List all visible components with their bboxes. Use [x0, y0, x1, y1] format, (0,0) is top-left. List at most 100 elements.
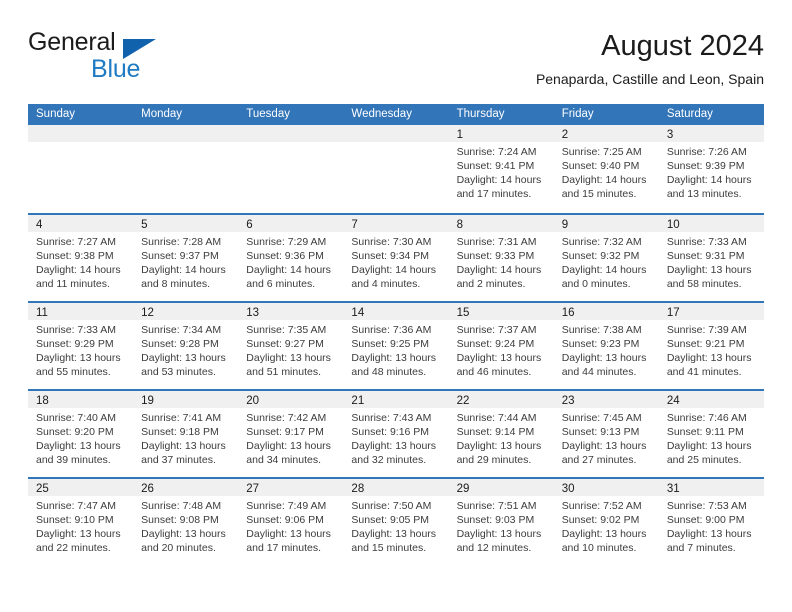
day-detail-block: Sunrise: 7:41 AM Sunset: 9:18 PM Daylight:…	[133, 408, 238, 467]
page-title: August 2024	[601, 30, 764, 62]
calendar-weeks: 1 Sunrise: 7:24 AM Sunset: 9:41 PM Daylight…	[28, 125, 764, 565]
day-detail-line: Sunset: 9:03 PM	[456, 514, 535, 526]
day-detail-line: Sunset: 9:27 PM	[246, 338, 324, 350]
day-detail-block: Sunrise: 7:33 AM Sunset: 9:31 PM Daylight:…	[659, 232, 764, 291]
day-detail-block: Sunrise: 7:31 AM Sunset: 9:33 PM Daylight:…	[449, 232, 554, 291]
day-detail-block: Sunrise: 7:30 AM Sunset: 9:34 PM Daylight:…	[343, 232, 448, 291]
day-detail-line: and 46 minutes.	[456, 366, 532, 378]
day-detail-line: and 29 minutes.	[456, 454, 532, 466]
calendar-day-cell[interactable]: 16 Sunrise: 7:38 AM Sunset: 9:23 PM Dayligh…	[553, 303, 659, 389]
calendar-day-cell[interactable]: 5 Sunrise: 7:28 AM Sunset: 9:37 PM Daylight…	[133, 215, 239, 301]
calendar-day-cell[interactable]: 31 Sunrise: 7:53 AM Sunset: 9:00 PM Dayligh…	[658, 479, 764, 565]
day-detail-line: Sunrise: 7:36 AM	[351, 324, 432, 336]
day-detail-line: and 27 minutes.	[561, 454, 637, 466]
day-detail-line: Sunrise: 7:52 AM	[561, 500, 642, 512]
day-detail-line: Daylight: 13 hours	[351, 440, 437, 452]
calendar-day-cell[interactable]: 7 Sunrise: 7:30 AM Sunset: 9:34 PM Daylight…	[343, 215, 449, 301]
day-detail-block	[133, 142, 238, 145]
day-detail-line: Sunset: 9:40 PM	[561, 160, 640, 172]
calendar-day-cell[interactable]: 4 Sunrise: 7:27 AM Sunset: 9:38 PM Daylight…	[28, 215, 134, 301]
calendar-day-cell[interactable]: 8 Sunrise: 7:31 AM Sunset: 9:33 PM Daylight…	[448, 215, 554, 301]
calendar-day-cell[interactable]: 20 Sunrise: 7:42 AM Sunset: 9:17 PM Dayligh…	[238, 391, 344, 477]
calendar-day-cell[interactable]: 3 Sunrise: 7:26 AM Sunset: 9:39 PM Daylight…	[658, 125, 764, 213]
day-number-band: 30	[553, 479, 659, 496]
day-detail-block: Sunrise: 7:36 AM Sunset: 9:25 PM Daylight:…	[343, 320, 448, 379]
day-detail-line: Sunrise: 7:34 AM	[141, 324, 222, 336]
calendar-day-cell[interactable]: 6 Sunrise: 7:29 AM Sunset: 9:36 PM Daylight…	[238, 215, 344, 301]
calendar-day-cell[interactable]: 10 Sunrise: 7:33 AM Sunset: 9:31 PM Dayligh…	[658, 215, 764, 301]
calendar-day-cell[interactable]: 30 Sunrise: 7:52 AM Sunset: 9:02 PM Dayligh…	[553, 479, 659, 565]
calendar-day-cell[interactable]: 22 Sunrise: 7:44 AM Sunset: 9:14 PM Dayligh…	[448, 391, 554, 477]
day-number-band: 26	[133, 479, 239, 496]
day-detail-line: Daylight: 13 hours	[561, 352, 647, 364]
calendar-day-cell[interactable]: 1 Sunrise: 7:24 AM Sunset: 9:41 PM Daylight…	[448, 125, 554, 213]
day-number: 22	[456, 395, 470, 407]
calendar-grid: Sunday Monday Tuesday Wednesday Thursday Frid…	[28, 104, 764, 565]
calendar-day-cell-empty	[28, 125, 134, 213]
calendar-day-cell[interactable]: 17 Sunrise: 7:39 AM Sunset: 9:21 PM Dayligh…	[658, 303, 764, 389]
general-blue-logo[interactable]: General Blue	[28, 28, 258, 84]
calendar-day-cell[interactable]: 25 Sunrise: 7:47 AM Sunset: 9:10 PM Dayligh…	[28, 479, 134, 565]
day-detail-block: Sunrise: 7:44 AM Sunset: 9:14 PM Daylight:…	[449, 408, 554, 467]
day-number: 13	[246, 307, 260, 319]
day-detail-line: Daylight: 14 hours	[351, 264, 437, 276]
day-detail-line: Sunrise: 7:35 AM	[246, 324, 327, 336]
calendar-day-cell[interactable]: 23 Sunrise: 7:45 AM Sunset: 9:13 PM Dayligh…	[553, 391, 659, 477]
calendar-day-cell[interactable]: 9 Sunrise: 7:32 AM Sunset: 9:32 PM Daylight…	[553, 215, 659, 301]
day-detail-line: Sunset: 9:31 PM	[666, 250, 745, 262]
day-detail-block: Sunrise: 7:42 AM Sunset: 9:17 PM Daylight:…	[238, 408, 343, 467]
calendar-day-cell-empty	[343, 125, 449, 213]
calendar-day-cell[interactable]: 13 Sunrise: 7:35 AM Sunset: 9:27 PM Dayligh…	[238, 303, 344, 389]
day-detail-line: and 17 minutes.	[246, 542, 321, 554]
day-detail-line: Sunrise: 7:53 AM	[666, 500, 747, 512]
calendar-day-cell[interactable]: 11 Sunrise: 7:33 AM Sunset: 9:29 PM Dayligh…	[28, 303, 134, 389]
calendar-day-cell[interactable]: 18 Sunrise: 7:40 AM Sunset: 9:20 PM Dayligh…	[28, 391, 134, 477]
day-number-band: 19	[133, 391, 239, 408]
day-detail-line: Daylight: 13 hours	[36, 440, 121, 452]
calendar-day-cell[interactable]: 24 Sunrise: 7:46 AM Sunset: 9:11 PM Dayligh…	[658, 391, 764, 477]
day-detail-line: Daylight: 13 hours	[141, 440, 226, 452]
calendar-day-cell[interactable]: 15 Sunrise: 7:37 AM Sunset: 9:24 PM Dayligh…	[448, 303, 554, 389]
calendar-day-cell[interactable]: 29 Sunrise: 7:51 AM Sunset: 9:03 PM Dayligh…	[448, 479, 554, 565]
calendar-day-cell[interactable]: 28 Sunrise: 7:50 AM Sunset: 9:05 PM Dayligh…	[343, 479, 449, 565]
day-detail-line: Daylight: 13 hours	[666, 440, 752, 452]
calendar-day-cell[interactable]: 12 Sunrise: 7:34 AM Sunset: 9:28 PM Dayligh…	[133, 303, 239, 389]
day-detail-line: Sunset: 9:06 PM	[246, 514, 324, 526]
day-detail-line: Sunrise: 7:30 AM	[351, 236, 432, 248]
day-detail-line: and 10 minutes.	[561, 542, 637, 554]
day-detail-line: Sunset: 9:41 PM	[456, 160, 535, 172]
calendar-day-cell[interactable]: 26 Sunrise: 7:48 AM Sunset: 9:08 PM Dayligh…	[133, 479, 239, 565]
day-detail-line: Daylight: 14 hours	[246, 264, 331, 276]
calendar-day-cell[interactable]: 21 Sunrise: 7:43 AM Sunset: 9:16 PM Dayligh…	[343, 391, 449, 477]
day-detail-block: Sunrise: 7:35 AM Sunset: 9:27 PM Daylight:…	[238, 320, 343, 379]
calendar-day-cell[interactable]: 2 Sunrise: 7:25 AM Sunset: 9:40 PM Daylight…	[553, 125, 659, 213]
calendar-day-cell[interactable]: 27 Sunrise: 7:49 AM Sunset: 9:06 PM Dayligh…	[238, 479, 344, 565]
day-number-band: 23	[553, 391, 659, 408]
day-number-band: 9	[553, 215, 659, 232]
day-detail-line: and 12 minutes.	[456, 542, 532, 554]
day-detail-line: Daylight: 13 hours	[456, 528, 542, 540]
calendar-week-row: 11 Sunrise: 7:33 AM Sunset: 9:29 PM Dayligh…	[28, 301, 764, 389]
day-number-band: 18	[28, 391, 134, 408]
title-block: August 2024 Penaparda, Castille and Leon…	[536, 28, 764, 88]
day-number: 19	[141, 395, 154, 407]
day-detail-line: Sunset: 9:37 PM	[141, 250, 219, 262]
day-number-band: 25	[28, 479, 134, 496]
weekday-header-tuesday: Tuesday	[246, 108, 290, 120]
day-detail-line: Sunrise: 7:42 AM	[246, 412, 327, 424]
calendar-day-cell[interactable]: 19 Sunrise: 7:41 AM Sunset: 9:18 PM Dayligh…	[133, 391, 239, 477]
day-detail-block: Sunrise: 7:39 AM Sunset: 9:21 PM Daylight:…	[659, 320, 764, 379]
day-detail-line: Sunset: 9:10 PM	[36, 514, 114, 526]
day-detail-line: Sunset: 9:13 PM	[561, 426, 640, 438]
day-number: 30	[561, 483, 575, 495]
day-number-band: 13	[238, 303, 344, 320]
calendar-day-cell[interactable]: 14 Sunrise: 7:36 AM Sunset: 9:25 PM Dayligh…	[343, 303, 449, 389]
day-detail-line: Sunrise: 7:33 AM	[36, 324, 116, 336]
day-detail-block: Sunrise: 7:52 AM Sunset: 9:02 PM Daylight:…	[554, 496, 659, 555]
day-number-band: 20	[238, 391, 344, 408]
day-number-band: 8	[448, 215, 554, 232]
day-detail-line: and 6 minutes.	[246, 278, 316, 290]
day-number-band: 2	[553, 125, 659, 142]
day-number-band: 12	[133, 303, 239, 320]
day-number: 28	[351, 483, 365, 495]
